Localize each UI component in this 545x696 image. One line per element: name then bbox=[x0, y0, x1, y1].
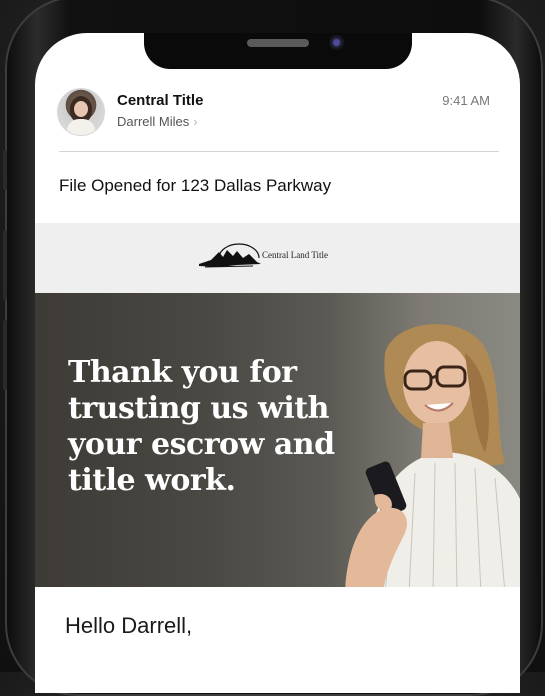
sender-name[interactable]: Central Title bbox=[117, 92, 203, 109]
logo-band: Central Land Title bbox=[35, 223, 520, 293]
hero-banner: Thank you for trusting us with your escr… bbox=[35, 293, 520, 587]
speaker-icon bbox=[247, 39, 309, 47]
camera-icon bbox=[329, 35, 344, 50]
woman-with-phone-image bbox=[345, 324, 520, 587]
email-subject: File Opened for 123 Dallas Parkway bbox=[59, 176, 332, 195]
logo-text: Central Land Title bbox=[262, 250, 328, 260]
recipient-name: Darrell Miles bbox=[117, 114, 190, 129]
recipient-line[interactable]: Darrell Miles › bbox=[117, 114, 198, 129]
side-button-lower bbox=[3, 320, 7, 390]
email-header: Central Title Darrell Miles › 9:41 AM bbox=[35, 83, 520, 153]
header-divider bbox=[59, 151, 499, 152]
sender-avatar[interactable] bbox=[57, 88, 105, 136]
side-button-upper bbox=[3, 150, 7, 190]
email-time: 9:41 AM bbox=[442, 93, 490, 108]
avatar-face bbox=[74, 101, 88, 117]
phone-screen: Central Title Darrell Miles › 9:41 AM Fil… bbox=[35, 33, 520, 693]
avatar-body bbox=[67, 119, 95, 135]
email-greeting: Hello Darrell, bbox=[65, 613, 193, 638]
side-button-middle bbox=[3, 230, 7, 300]
hero-headline: Thank you for trusting us with your escr… bbox=[68, 355, 335, 498]
chevron-right-icon: › bbox=[193, 114, 198, 129]
